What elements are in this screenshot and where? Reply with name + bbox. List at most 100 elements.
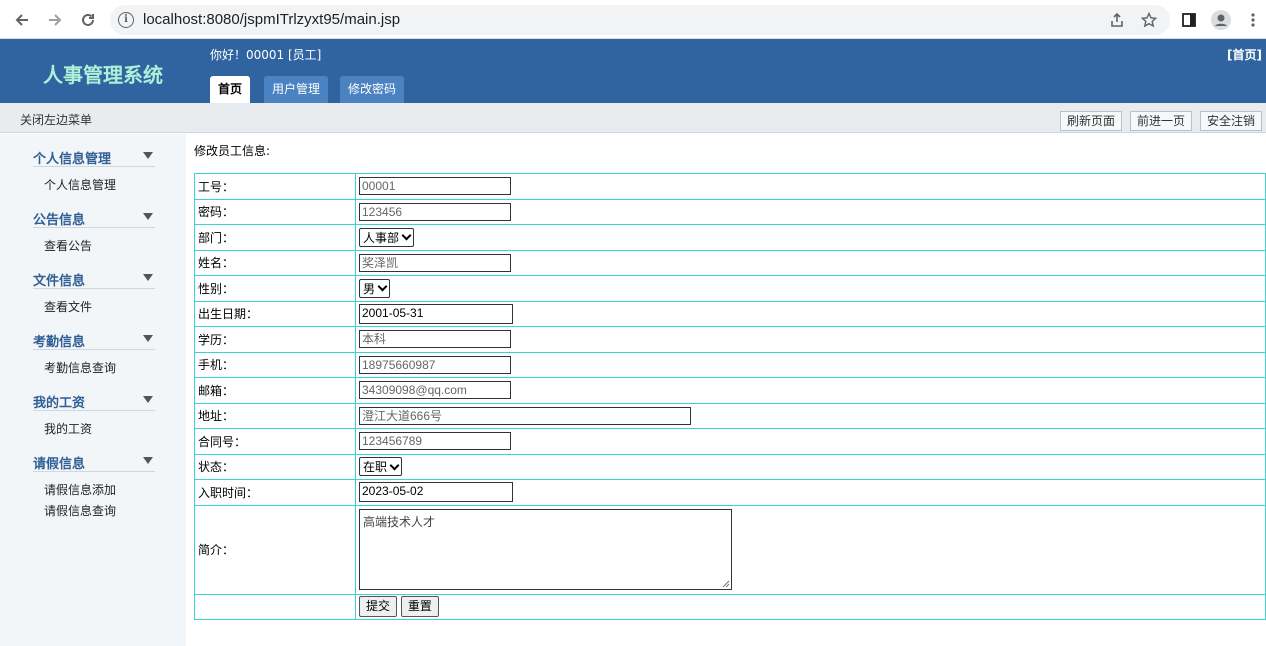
field-label: 部门： <box>194 224 356 251</box>
forward-page-button[interactable]: 前进一页 <box>1130 111 1193 131</box>
chevron-down-icon[interactable] <box>143 274 153 281</box>
tab-user-management[interactable]: 用户管理 <box>264 76 329 103</box>
sidebar-group-title: 文件信息 <box>33 274 86 289</box>
status-select[interactable]: 在职 <box>359 457 403 477</box>
address-input[interactable]: 澄江大道666号 <box>359 406 691 425</box>
sidebar-group-title: 考勤信息 <box>33 335 86 350</box>
sidebar-item-leave-add[interactable]: 请假信息添加 <box>44 481 116 498</box>
info-icon[interactable]: i <box>118 12 134 28</box>
chevron-down-icon <box>377 281 388 292</box>
field-label: 状态： <box>194 453 356 480</box>
back-icon[interactable] <box>10 8 34 32</box>
password-input[interactable]: 123456 <box>359 202 511 221</box>
sidebar-item-my-salary[interactable]: 我的工资 <box>44 420 92 437</box>
form-row-birth: 出生日期： 2001-05-31 <box>194 300 1266 327</box>
form-row-education: 学历： 本科 <box>194 326 1266 353</box>
main-content: 修改员工信息: 工号： 00001 密码： 123456 部门： 人事部 姓名：… <box>186 134 1266 646</box>
form-row-email: 邮箱： 34309098@qq.com <box>194 377 1266 404</box>
field-label: 入职时间： <box>194 479 356 506</box>
field-label: 邮箱： <box>194 377 356 404</box>
employee-form-table: 工号： 00001 密码： 123456 部门： 人事部 姓名： 奖泽凯 性别：… <box>194 173 1266 620</box>
chevron-down-icon[interactable] <box>143 396 153 403</box>
forward-icon[interactable] <box>43 8 67 32</box>
url-text: localhost:8080/jspmITrlzyxt95/main.jsp <box>143 11 401 28</box>
side-panel-icon[interactable] <box>1177 8 1201 32</box>
field-label: 密码： <box>194 198 356 225</box>
share-icon[interactable] <box>1105 8 1129 32</box>
sidebar-item-view-announcements[interactable]: 查看公告 <box>44 237 92 254</box>
sidebar-item-leave-query[interactable]: 请假信息查询 <box>44 502 116 519</box>
status-selected: 在职 <box>363 460 388 475</box>
reload-icon[interactable] <box>76 8 100 32</box>
tab-home[interactable]: 首页 <box>210 76 251 103</box>
empty-label-cell <box>194 593 356 620</box>
action-toolbar: 关闭左边菜单 刷新页面 前进一页 安全注销 <box>0 103 1266 133</box>
sidebar-item-personal-info[interactable]: 个人信息管理 <box>44 176 116 193</box>
form-row-gender: 性别： 男 <box>194 275 1266 302</box>
name-input[interactable]: 奖泽凯 <box>359 253 511 272</box>
emp-id-input[interactable]: 00001 <box>359 177 511 196</box>
field-label: 合同号： <box>194 428 356 455</box>
field-label: 工号： <box>194 173 356 200</box>
form-row-status: 状态： 在职 <box>194 453 1266 480</box>
department-select[interactable]: 人事部 <box>359 227 415 247</box>
form-row-contract: 合同号： 123456789 <box>194 428 1266 455</box>
sidebar-item-attendance-query[interactable]: 考勤信息查询 <box>44 359 116 376</box>
app-logo: 人事管理系统 <box>43 63 163 87</box>
phone-input[interactable]: 18975660987 <box>359 355 511 374</box>
logout-button[interactable]: 安全注销 <box>1200 111 1263 131</box>
chevron-down-icon[interactable] <box>143 152 153 159</box>
sidebar-group-files[interactable]: 文件信息 <box>33 260 155 289</box>
sidebar-group-title: 我的工资 <box>33 396 86 411</box>
browser-menu-icon[interactable] <box>1241 8 1265 32</box>
resize-handle-icon[interactable] <box>722 580 730 588</box>
sidebar-group-leave[interactable]: 请假信息 <box>33 443 155 472</box>
field-label: 学历： <box>194 326 356 353</box>
close-left-menu-link[interactable]: 关闭左边菜单 <box>20 111 92 128</box>
reset-button[interactable]: 重置 <box>400 596 439 618</box>
sidebar-group-personal-info[interactable]: 个人信息管理 <box>33 138 155 167</box>
form-row-address: 地址： 澄江大道666号 <box>194 402 1266 429</box>
field-label: 手机： <box>194 351 356 378</box>
submit-button[interactable]: 提交 <box>359 596 398 618</box>
gender-select[interactable]: 男 <box>359 278 391 298</box>
refresh-page-button[interactable]: 刷新页面 <box>1060 111 1123 131</box>
user-greeting: 你好！00001 [员工] <box>210 48 322 62</box>
field-label: 性别： <box>194 275 356 302</box>
sidebar-item-view-files[interactable]: 查看文件 <box>44 298 92 315</box>
intro-text: 高端技术人才 <box>363 515 436 529</box>
sidebar-group-announcements[interactable]: 公告信息 <box>33 199 155 228</box>
tab-change-password[interactable]: 修改密码 <box>340 76 405 103</box>
field-label: 出生日期： <box>194 300 356 327</box>
sidebar-group-attendance[interactable]: 考勤信息 <box>33 321 155 350</box>
education-input[interactable]: 本科 <box>359 330 511 349</box>
form-row-password: 密码： 123456 <box>194 198 1266 225</box>
form-row-hire-date: 入职时间： 2023-05-02 <box>194 479 1266 506</box>
chevron-down-icon[interactable] <box>143 457 153 464</box>
sidebar-menu: 个人信息管理 个人信息管理 公告信息 查看公告 文件信息 查看文件 考勤信息 考… <box>0 134 186 646</box>
birth-date-input[interactable]: 2001-05-31 <box>359 303 513 324</box>
sidebar-group-salary[interactable]: 我的工资 <box>33 382 155 411</box>
form-row-name: 姓名： 奖泽凯 <box>194 249 1266 276</box>
hire-date-input[interactable]: 2023-05-02 <box>359 482 513 503</box>
intro-textarea[interactable]: 高端技术人才 <box>359 509 732 590</box>
sidebar-group-title: 个人信息管理 <box>33 152 112 167</box>
email-input[interactable]: 34309098@qq.com <box>359 381 511 400</box>
contract-input[interactable]: 123456789 <box>359 432 511 451</box>
chevron-down-icon <box>401 230 412 241</box>
form-row-department: 部门： 人事部 <box>194 224 1266 251</box>
field-label: 地址： <box>194 402 356 429</box>
department-selected: 人事部 <box>363 230 400 245</box>
field-label: 简介： <box>194 504 356 595</box>
chevron-down-icon[interactable] <box>143 335 153 342</box>
form-row-actions: 提交 重置 <box>194 593 1266 620</box>
form-title: 修改员工信息: <box>194 144 271 158</box>
gender-selected: 男 <box>363 281 376 296</box>
bookmark-star-icon[interactable] <box>1137 8 1161 32</box>
address-bar[interactable]: i localhost:8080/jspmITrlzyxt95/main.jsp <box>110 5 1170 35</box>
form-row-intro: 简介： 高端技术人才 <box>194 504 1266 595</box>
chevron-down-icon[interactable] <box>143 213 153 220</box>
home-link[interactable]: [首页] <box>1227 46 1262 63</box>
sidebar-group-title: 请假信息 <box>33 457 86 472</box>
profile-avatar-icon[interactable] <box>1209 8 1233 32</box>
